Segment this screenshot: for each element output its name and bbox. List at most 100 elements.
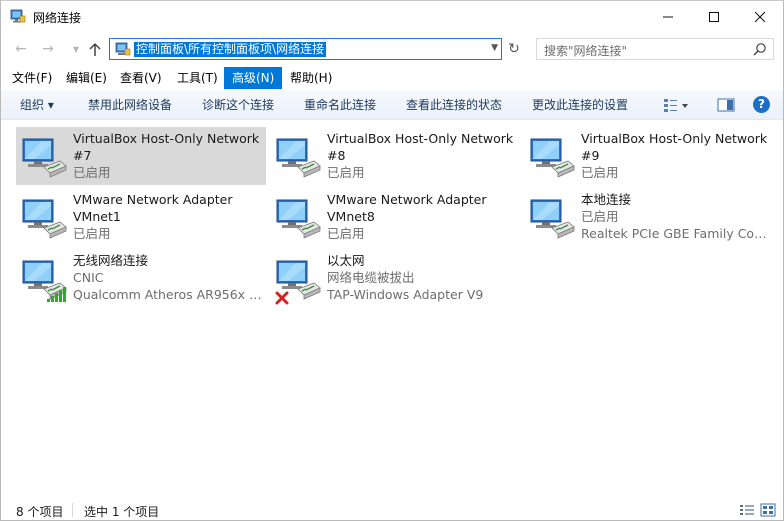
minimize-icon [663, 16, 673, 17]
connection-tile[interactable]: VirtualBox Host-Only Network #9 已启用 [524, 127, 774, 185]
change-view-button[interactable] [663, 96, 689, 114]
control-panel-icon [115, 42, 131, 56]
connection-device: Qualcomm Atheros AR956x Wi... [73, 287, 265, 302]
maximize-button[interactable] [691, 1, 737, 32]
connection-status: CNIC [73, 270, 104, 285]
details-view-icon[interactable] [739, 502, 755, 518]
network-adapter-icon [20, 194, 70, 244]
arrow-up-icon [89, 42, 101, 56]
connection-device: Realtek PCIe GBE Family Contr... [581, 226, 773, 241]
menu-file[interactable]: 文件(F) [10, 67, 54, 89]
connection-info: 本地连接已启用 Realtek PCIe GBE Family Contr... [581, 191, 773, 242]
network-adapter-icon [528, 133, 578, 183]
connection-status: 已启用 [581, 209, 619, 224]
address-path[interactable]: 控制面板\所有控制面板项\网络连接 [134, 42, 327, 57]
connection-tile[interactable]: VirtualBox Host-Only Network #8 已启用 [270, 127, 520, 185]
menu-help[interactable]: 帮助(H) [288, 67, 334, 89]
search-input[interactable]: 搜索"网络连接" [536, 38, 774, 60]
network-connections-app-icon [10, 9, 26, 23]
network-adapter-icon [528, 194, 578, 244]
organize-button[interactable]: 组织 ▾ [20, 97, 54, 113]
connection-status: 已启用 [327, 226, 365, 241]
connection-info: VirtualBox Host-Only Network #8 已启用 [327, 130, 519, 181]
close-icon [755, 11, 765, 22]
large-icons-view-icon[interactable] [760, 502, 776, 518]
rename-button[interactable]: 重命名此连接 [304, 97, 376, 113]
close-button[interactable] [737, 1, 783, 32]
maximize-icon [709, 11, 719, 22]
preview-pane-button[interactable] [717, 96, 735, 114]
connection-tile[interactable]: VMware Network Adapter VMnet8 已启用 [270, 188, 520, 246]
preview-pane-icon [717, 98, 735, 112]
connection-name-cont: VMnet8 [327, 209, 375, 224]
connection-tile[interactable]: 本地连接已启用 Realtek PCIe GBE Family Contr... [524, 188, 774, 246]
navigation-bar: ← → ▼ 控制面板\所有控制面板项\网络连接 ▼ ↻ 搜索"网络连接" [1, 32, 783, 65]
connection-status: 已启用 [581, 165, 619, 180]
arrow-right-icon: → [42, 41, 54, 57]
menu-advanced[interactable]: 高级(N) [224, 67, 283, 89]
connection-info: VMware Network Adapter VMnet1 已启用 [73, 191, 265, 242]
connection-tile[interactable]: VirtualBox Host-Only Network #7 已启用 [16, 127, 266, 185]
connection-tile[interactable]: 无线网络连接 CNIC Qualcomm Atheros AR956x Wi... [16, 249, 266, 307]
connection-name-cont: #7 [73, 148, 92, 163]
wireless-adapter-icon [20, 255, 70, 305]
connection-name: 本地连接 [581, 192, 632, 207]
disconnected-adapter-icon [274, 255, 324, 305]
connection-status: 已启用 [327, 165, 365, 180]
connection-device: TAP-Windows Adapter V9 [327, 287, 484, 302]
address-bar[interactable]: 控制面板\所有控制面板项\网络连接 ▼ [109, 38, 502, 60]
menu-view[interactable]: 查看(V) [118, 67, 164, 89]
forward-button[interactable]: → [39, 40, 57, 58]
connection-name: VMware Network Adapter [73, 192, 233, 207]
status-divider [72, 503, 73, 517]
disable-device-button[interactable]: 禁用此网络设备 [88, 97, 172, 113]
command-bar: 组织 ▾ 禁用此网络设备 诊断这个连接 重命名此连接 查看此连接的状态 更改此连… [1, 90, 783, 120]
network-adapter-icon [274, 133, 324, 183]
connections-list: VirtualBox Host-Only Network #7 已启用 Virtual… [1, 121, 783, 496]
connection-name: 以太网 [327, 253, 365, 268]
connection-name-cont: #8 [327, 148, 346, 163]
change-settings-button[interactable]: 更改此连接的设置 [532, 97, 628, 113]
connection-info: 无线网络连接 CNIC Qualcomm Atheros AR956x Wi... [73, 252, 265, 303]
back-button[interactable]: ← [12, 40, 30, 58]
recent-locations-button[interactable]: ▼ [67, 40, 85, 58]
connection-name: VirtualBox Host-Only Network [73, 131, 260, 146]
connection-info: 以太网网络电缆被拔出 TAP-Windows Adapter V9 [327, 252, 519, 303]
address-dropdown-icon[interactable]: ▼ [491, 43, 498, 53]
search-placeholder: 搜索"网络连接" [544, 44, 628, 58]
connection-name-cont: #9 [581, 148, 600, 163]
menu-tools[interactable]: 工具(T) [175, 67, 220, 89]
connection-name: 无线网络连接 [73, 253, 149, 268]
help-icon[interactable]: ? [753, 96, 770, 113]
up-button[interactable] [86, 40, 104, 58]
explorer-window: 网络连接 ← → ▼ 控制面板\所有控制面板项\网络连接 ▼ ↻ 搜索"网络连接… [0, 0, 784, 521]
network-adapter-icon [274, 194, 324, 244]
item-count: 8 个项目 [16, 505, 64, 519]
connection-info: VMware Network Adapter VMnet8 已启用 [327, 191, 519, 242]
title-bar: 网络连接 [1, 1, 783, 32]
selected-count: 选中 1 个项目 [84, 505, 160, 519]
connection-name: VirtualBox Host-Only Network [581, 131, 768, 146]
connection-tile[interactable]: 以太网网络电缆被拔出 TAP-Windows Adapter V9 [270, 249, 520, 307]
view-status-button[interactable]: 查看此连接的状态 [406, 97, 502, 113]
menu-bar: 文件(F) 编辑(E) 查看(V) 工具(T) 高级(N) 帮助(H) [1, 67, 783, 89]
menu-edit[interactable]: 编辑(E) [64, 67, 109, 89]
connection-name-cont: VMnet1 [73, 209, 121, 224]
search-icon [753, 43, 766, 56]
refresh-button[interactable]: ↻ [504, 39, 524, 59]
connection-status: 已启用 [73, 226, 111, 241]
status-bar: 8 个项目 选中 1 个项目 [1, 499, 783, 521]
connection-name: VMware Network Adapter [327, 192, 487, 207]
diagnose-button[interactable]: 诊断这个连接 [202, 97, 274, 113]
connection-name: VirtualBox Host-Only Network [327, 131, 514, 146]
window-title: 网络连接 [33, 11, 82, 25]
connection-info: VirtualBox Host-Only Network #9 已启用 [581, 130, 773, 181]
connection-status: 网络电缆被拔出 [327, 270, 415, 285]
connection-info: VirtualBox Host-Only Network #7 已启用 [73, 130, 265, 181]
minimize-button[interactable] [645, 1, 691, 32]
connection-status: 已启用 [73, 165, 111, 180]
connection-tile[interactable]: VMware Network Adapter VMnet1 已启用 [16, 188, 266, 246]
arrow-left-icon: ← [15, 41, 27, 57]
view-options-icon [664, 99, 688, 112]
refresh-icon: ↻ [508, 41, 520, 57]
